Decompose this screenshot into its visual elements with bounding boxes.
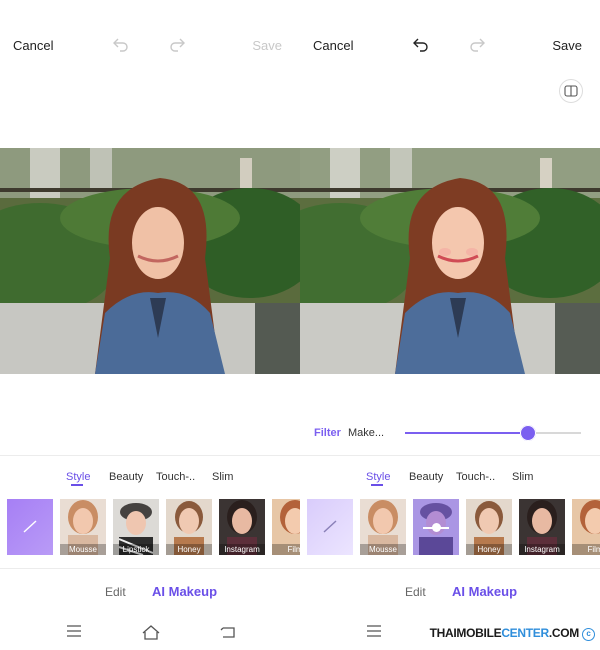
thumb-label: Lipstick [113,544,159,555]
tab-style[interactable]: Style [366,471,390,483]
mode-switch: Edit AI Makeup [0,583,300,603]
style-none[interactable] [7,499,53,555]
divider [300,568,600,569]
watermark-suffix: .COM [548,626,579,640]
watermark-accent: CENTER [501,626,549,640]
redo-icon[interactable] [168,36,188,54]
home-icon[interactable] [141,624,160,640]
none-filter-icon [323,520,337,533]
tab-touch[interactable]: Touch-.. [456,471,495,483]
mode-ai-makeup[interactable]: AI Makeup [152,584,217,599]
mode-edit[interactable]: Edit [405,585,426,599]
compare-icon[interactable] [559,79,583,103]
copyright-icon: c [582,628,595,641]
selected-slider-dot [432,523,441,532]
cancel-button[interactable]: Cancel [13,38,53,53]
cancel-button[interactable]: Cancel [313,38,353,53]
back-icon[interactable] [219,624,237,640]
thumb-label: Honey [466,544,512,555]
style-instagram[interactable]: Instagram [219,499,265,555]
style-none[interactable] [307,499,353,555]
style-thumbnails: Mousse Honey Instagram Film [307,499,600,555]
tab-slim[interactable]: Slim [212,471,233,483]
divider [300,455,600,456]
makeup-label[interactable]: Make... [348,427,384,439]
filter-strength-slider[interactable] [405,425,581,441]
thumb-label: Film [272,544,300,555]
mode-switch: Edit AI Makeup [300,583,600,603]
tab-slim[interactable]: Slim [512,471,533,483]
active-tab-indicator [371,484,383,486]
undo-icon[interactable] [112,36,132,54]
menu-icon[interactable] [366,624,384,640]
screenshot-comparison: Cancel Save Style Beauty Touch-.. Slim M… [0,0,600,650]
undo-icon[interactable] [412,36,432,54]
filter-strength-row: Filter Make... [300,420,600,446]
style-film[interactable]: Film [272,499,300,555]
thumb-label: Instagram [219,544,265,555]
none-filter-icon [23,520,37,533]
style-lipstick[interactable]: Lipstick [113,499,159,555]
menu-icon[interactable] [66,624,84,640]
mode-ai-makeup[interactable]: AI Makeup [452,584,517,599]
tab-touch[interactable]: Touch-.. [156,471,195,483]
portrait-photo [0,148,300,374]
style-thumbnails: Mousse Lipstick Honey Instagram Film [7,499,300,555]
tab-beauty[interactable]: Beauty [409,471,443,483]
site-watermark: THAIMOBILECENTER.COM c [427,626,597,641]
style-instagram[interactable]: Instagram [519,499,565,555]
style-lipstick-selected[interactable] [413,499,459,555]
left-editor-panel: Cancel Save Style Beauty Touch-.. Slim M… [0,0,300,650]
thumb-label: Honey [166,544,212,555]
slider-thumb[interactable] [520,425,537,441]
slider-fill [405,432,529,434]
filter-label[interactable]: Filter [314,427,341,439]
thumb-label: Mousse [60,544,106,555]
top-bar: Cancel Save [0,0,300,90]
thumb-label: Mousse [360,544,406,555]
right-editor-panel: Cancel Save Filter Make... Style Beauty … [300,0,600,650]
save-button[interactable]: Save [252,38,282,53]
mode-edit[interactable]: Edit [105,585,126,599]
tab-style[interactable]: Style [66,471,90,483]
portrait-photo [300,148,600,374]
watermark-prefix: THAIMOBILE [429,626,502,640]
tab-beauty[interactable]: Beauty [109,471,143,483]
style-mousse[interactable]: Mousse [360,499,406,555]
divider [0,568,300,569]
system-nav-bar [0,622,300,644]
save-button[interactable]: Save [552,38,582,53]
active-tab-indicator [71,484,83,486]
divider [0,455,300,456]
style-honey[interactable]: Honey [166,499,212,555]
top-bar: Cancel Save [300,0,600,103]
tool-tabs: Style Beauty Touch-.. Slim [300,468,600,490]
thumb-label: Instagram [519,544,565,555]
tool-tabs: Style Beauty Touch-.. Slim [0,468,300,490]
style-film[interactable]: Film [572,499,600,555]
style-honey[interactable]: Honey [466,499,512,555]
style-mousse[interactable]: Mousse [60,499,106,555]
thumb-label: Film [572,544,600,555]
redo-icon[interactable] [468,36,488,54]
